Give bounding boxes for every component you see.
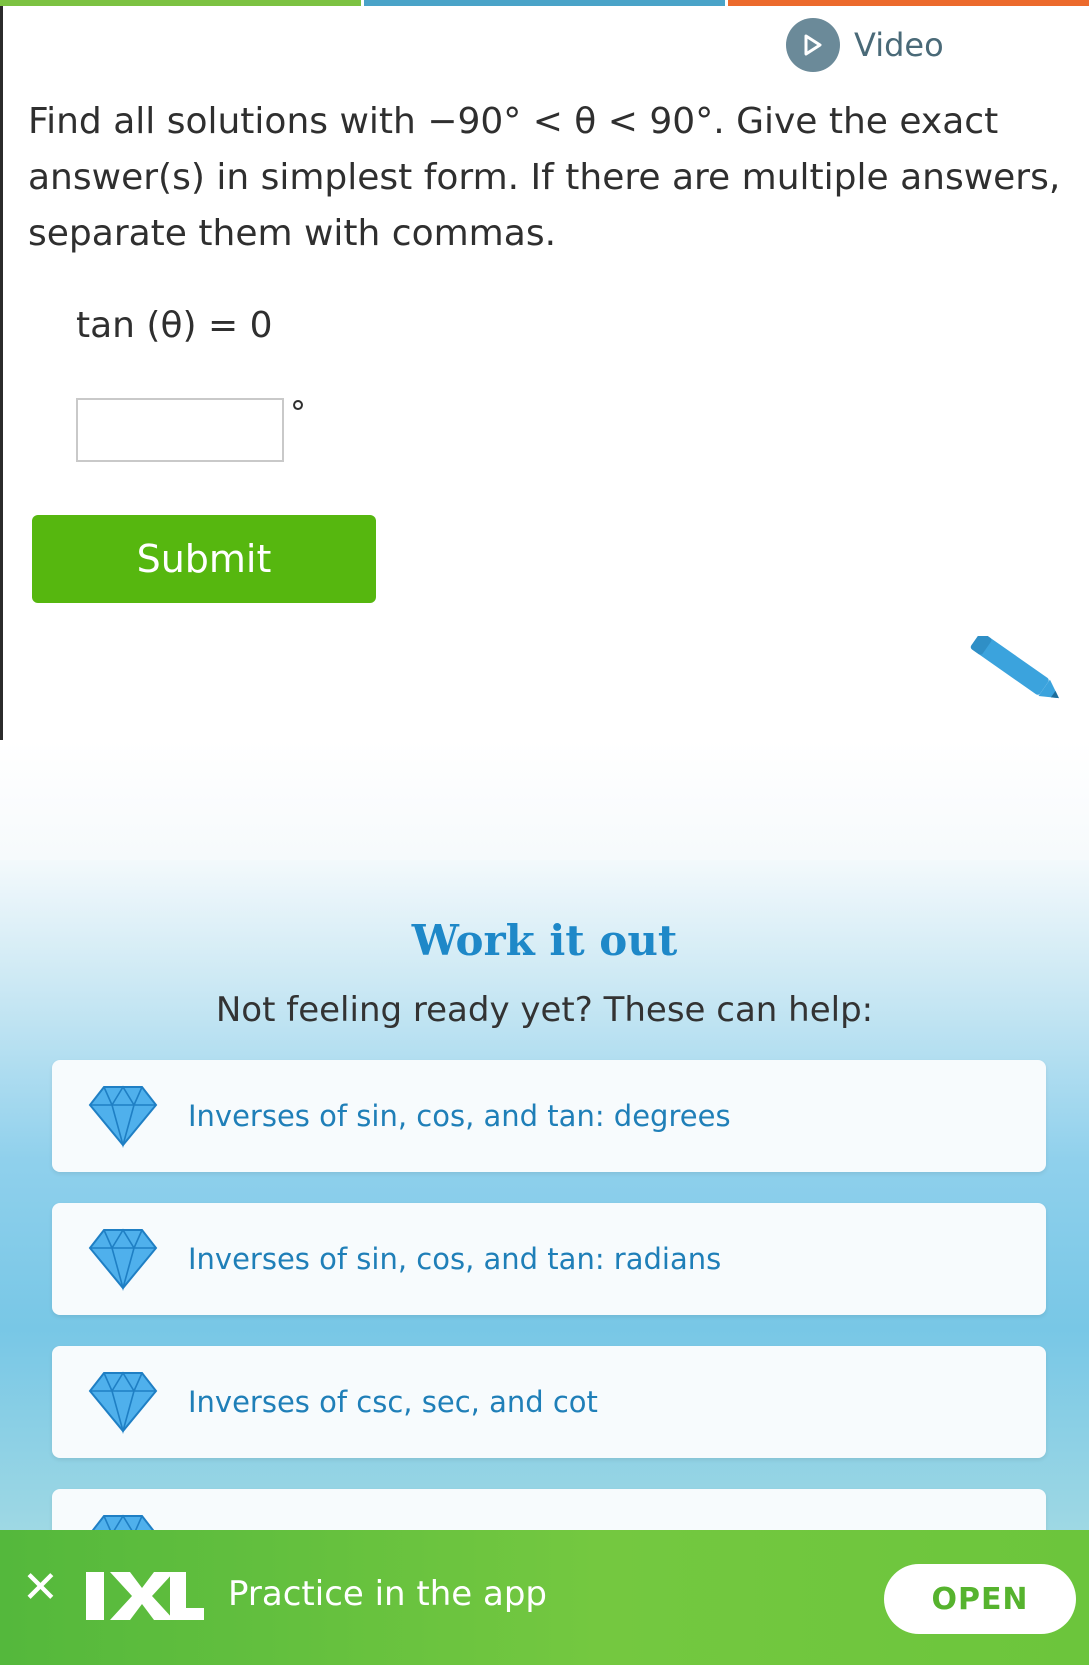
app-banner: ✕ Practice in the app OPEN — [0, 1530, 1089, 1665]
progress-segment — [364, 0, 725, 6]
progress-segment — [728, 0, 1089, 6]
ixl-logo — [86, 1572, 204, 1620]
section-divider — [0, 740, 1089, 860]
degree-unit: ° — [290, 394, 306, 432]
progress-bar — [0, 0, 1089, 6]
skill-label: Inverses of csc, sec, and cot — [188, 1385, 598, 1419]
diamond-icon — [88, 1228, 158, 1292]
work-it-out-subtitle: Not feeling ready yet? These can help: — [215, 990, 874, 1030]
skill-link[interactable]: Inverses of sin, cos, and tan: radians — [52, 1203, 1046, 1315]
skill-link[interactable]: Inverses of sin, cos, and tan: degrees — [52, 1060, 1046, 1172]
answer-input[interactable] — [76, 398, 284, 462]
answer-row: ° — [76, 394, 306, 462]
close-icon[interactable]: ✕ — [22, 1566, 59, 1610]
work-it-out-title: Work it out — [411, 916, 678, 965]
banner-text: Practice in the app — [228, 1574, 548, 1614]
video-link[interactable]: Video — [786, 18, 944, 72]
progress-segment — [0, 0, 361, 6]
open-app-button[interactable]: OPEN — [884, 1564, 1076, 1634]
play-icon — [786, 18, 840, 72]
equation: tan (θ) = 0 — [76, 305, 273, 346]
diamond-icon — [88, 1085, 158, 1149]
question-text: Find all solutions with −90° < θ < 90°. … — [28, 101, 1061, 254]
skill-label: Inverses of sin, cos, and tan: degrees — [188, 1099, 731, 1133]
diamond-icon — [88, 1371, 158, 1435]
submit-button[interactable]: Submit — [32, 515, 376, 603]
video-label: Video — [854, 26, 944, 64]
scratchpad-pencil-icon[interactable] — [968, 632, 1074, 716]
skill-label: Inverses of sin, cos, and tan: radians — [188, 1242, 722, 1276]
skill-link[interactable]: Inverses of csc, sec, and cot — [52, 1346, 1046, 1458]
